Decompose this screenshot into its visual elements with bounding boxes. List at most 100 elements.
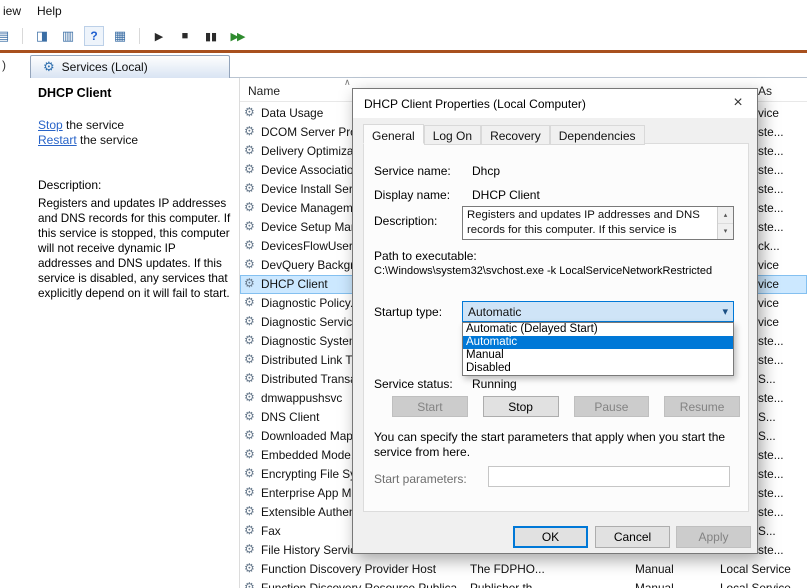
show-console-tree-icon[interactable]: ◨ bbox=[32, 26, 52, 46]
toolbar: ▤ ◨ ▥ ? ▦ ▶ ■ ▮▮ ▶▶ bbox=[0, 22, 807, 50]
close-button[interactable]: × bbox=[720, 90, 756, 116]
help-icon[interactable]: ? bbox=[84, 26, 104, 46]
column-header-name[interactable]: Name bbox=[248, 84, 280, 98]
stop-service-link[interactable]: Stop bbox=[38, 118, 63, 132]
cancel-button[interactable]: Cancel bbox=[595, 526, 670, 548]
service-gear-icon: ⚙ bbox=[244, 105, 255, 119]
chevron-down-icon: ▾ bbox=[722, 305, 728, 318]
service-gear-icon: ⚙ bbox=[244, 200, 255, 214]
service-logon-fragment-cell: S... bbox=[758, 372, 806, 386]
service-logon-fragment-cell: ste... bbox=[758, 467, 806, 481]
service-startup-type-cell: Manual bbox=[635, 581, 715, 588]
service-logon-fragment-cell: vice bbox=[758, 315, 806, 329]
apply-button[interactable]: Apply bbox=[676, 526, 751, 548]
toolbar-separator bbox=[22, 28, 23, 44]
service-logon-fragment-cell: ste... bbox=[758, 182, 806, 196]
menu-bar: iew Help bbox=[0, 0, 807, 22]
service-logon-fragment-cell: ck... bbox=[758, 239, 806, 253]
description-textbox[interactable]: Registers and updates IP addresses and D… bbox=[462, 206, 734, 240]
service-description-cell: Publisher th... bbox=[470, 581, 562, 588]
tab-services-label: Services (Local) bbox=[62, 60, 148, 74]
start-service-icon[interactable]: ▶ bbox=[149, 26, 169, 46]
startup-type-combobox[interactable]: Automatic ▾ bbox=[462, 301, 734, 322]
service-logon-as-cell: Local Service bbox=[720, 581, 806, 588]
service-gear-icon: ⚙ bbox=[244, 466, 255, 480]
ok-button[interactable]: OK bbox=[513, 526, 588, 548]
service-gear-icon: ⚙ bbox=[244, 409, 255, 423]
service-logon-fragment-cell: ste... bbox=[758, 163, 806, 177]
dropdown-option[interactable]: Automatic bbox=[463, 336, 733, 349]
scroll-up-icon[interactable]: ▴ bbox=[718, 207, 733, 224]
pause-service-icon[interactable]: ▮▮ bbox=[201, 26, 221, 46]
description-scrollbar: ▴ ▾ bbox=[717, 207, 733, 239]
service-gear-icon: ⚙ bbox=[244, 143, 255, 157]
service-logon-fragment-cell: S... bbox=[758, 410, 806, 424]
service-status-value: Running bbox=[472, 377, 517, 391]
column-header-logon-as-fragment[interactable]: As bbox=[758, 84, 772, 98]
service-name-value: Dhcp bbox=[472, 164, 500, 178]
dialog-titlebar[interactable]: DHCP Client Properties (Local Computer) … bbox=[353, 89, 757, 118]
service-action-button[interactable]: Stop bbox=[483, 396, 559, 417]
service-gear-icon: ⚙ bbox=[244, 580, 255, 588]
service-gear-icon: ⚙ bbox=[244, 542, 255, 556]
service-gear-icon: ⚙ bbox=[244, 352, 255, 366]
service-logon-fragment-cell: vice bbox=[758, 296, 806, 310]
services-icon: ⚙ bbox=[43, 59, 55, 75]
dropdown-option[interactable]: Automatic (Delayed Start) bbox=[463, 323, 733, 336]
dialog-footer: OK Cancel Apply bbox=[353, 526, 757, 550]
service-logon-fragment-cell: ste... bbox=[758, 201, 806, 215]
display-name-label: Display name: bbox=[374, 188, 450, 202]
restart-service-line: Restart the service bbox=[38, 133, 231, 148]
scroll-down-icon[interactable]: ▾ bbox=[718, 224, 733, 240]
dialog-tab[interactable]: Recovery bbox=[481, 125, 550, 145]
menu-view[interactable]: iew bbox=[3, 4, 21, 18]
tab-services-local[interactable]: ⚙ Services (Local) bbox=[30, 55, 230, 78]
selected-service-title: DHCP Client bbox=[38, 86, 231, 100]
service-logon-fragment-cell: ste... bbox=[758, 125, 806, 139]
dialog-tab[interactable]: Log On bbox=[424, 125, 481, 145]
service-row[interactable]: ⚙ Function Discovery Provider Host The F… bbox=[240, 560, 807, 579]
start-parameters-input[interactable] bbox=[488, 466, 730, 487]
service-description-cell: The FDPHO... bbox=[470, 562, 562, 576]
start-parameters-label: Start parameters: bbox=[374, 472, 467, 486]
service-logon-fragment-cell: ste... bbox=[758, 505, 806, 519]
console-tree-pane[interactable]: ) bbox=[0, 53, 29, 588]
window-accent-line bbox=[0, 50, 807, 53]
service-gear-icon: ⚙ bbox=[244, 257, 255, 271]
path-value: C:\Windows\system32\svchost.exe -k Local… bbox=[374, 265, 746, 277]
service-gear-icon: ⚙ bbox=[244, 561, 255, 575]
pane-tab-strip: ⚙ Services (Local) bbox=[30, 55, 807, 78]
service-action-button[interactable]: Resume bbox=[664, 396, 740, 417]
dialog-tab[interactable]: Dependencies bbox=[550, 125, 645, 145]
service-startup-type-cell: Manual bbox=[635, 562, 715, 576]
service-row[interactable]: ⚙ Function Discovery Resource Publica...… bbox=[240, 579, 807, 588]
services-console-window: iew Help ▤ ◨ ▥ ? ▦ ▶ ■ ▮▮ ▶▶ ) ⚙ Service… bbox=[0, 0, 807, 588]
service-gear-icon: ⚙ bbox=[244, 314, 255, 328]
dropdown-option[interactable]: Manual bbox=[463, 349, 733, 362]
service-action-button[interactable]: Start bbox=[392, 396, 468, 417]
service-action-button[interactable]: Pause bbox=[574, 396, 650, 417]
service-gear-icon: ⚙ bbox=[244, 523, 255, 537]
service-gear-icon: ⚙ bbox=[244, 447, 255, 461]
service-logon-fragment-cell: ste... bbox=[758, 144, 806, 158]
description-field-label: Description: bbox=[374, 214, 437, 228]
stop-service-icon[interactable]: ■ bbox=[175, 26, 195, 46]
restart-service-link[interactable]: Restart bbox=[38, 133, 77, 147]
service-logon-fragment-cell: vice bbox=[758, 258, 806, 272]
service-gear-icon: ⚙ bbox=[244, 504, 255, 518]
menu-help[interactable]: Help bbox=[37, 4, 62, 18]
dropdown-option[interactable]: Disabled bbox=[463, 362, 733, 375]
service-logon-fragment-cell: ste... bbox=[758, 391, 806, 405]
service-name-cell: Function Discovery Provider Host bbox=[261, 562, 487, 576]
dhcp-properties-dialog: DHCP Client Properties (Local Computer) … bbox=[352, 88, 758, 554]
list-view-icon[interactable]: ▦ bbox=[110, 26, 130, 46]
description-label: Description: bbox=[38, 178, 231, 192]
service-gear-icon: ⚙ bbox=[244, 124, 255, 138]
dialog-tab[interactable]: General bbox=[363, 124, 424, 144]
sort-ascending-icon: ∧ bbox=[344, 77, 351, 88]
general-tab-page: Service name: Dhcp Display name: DHCP Cl… bbox=[363, 143, 749, 512]
service-logon-fragment-cell: ste... bbox=[758, 543, 806, 557]
export-list-icon[interactable]: ▥ bbox=[58, 26, 78, 46]
restart-service-icon[interactable]: ▶▶ bbox=[227, 26, 247, 46]
window-icon[interactable]: ▤ bbox=[0, 26, 13, 46]
